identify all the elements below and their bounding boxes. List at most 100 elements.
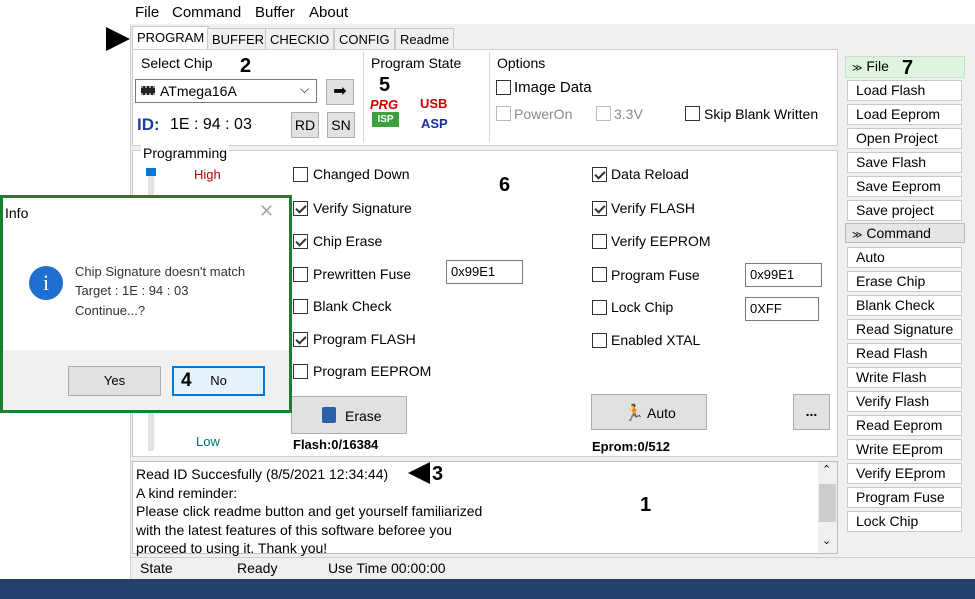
annotation-1: 1 (640, 494, 652, 516)
pointer-arrow-icon (106, 27, 130, 51)
chip-id-value: 1E : 94 : 03 (170, 116, 252, 133)
chip-erase-checkbox[interactable] (293, 234, 308, 249)
sidebar-blank-check[interactable]: Blank Check (847, 295, 962, 316)
sidebar-file-header-label: File (866, 58, 889, 74)
image-data-label: Image Data (514, 79, 592, 96)
menu-file[interactable]: File (135, 4, 159, 21)
tab-program[interactable]: PROGRAM (132, 26, 210, 50)
log-line: Read ID Succesfully (8/5/2021 12:34:44) (136, 466, 389, 482)
data-reload-checkbox[interactable] (592, 167, 607, 182)
scroll-down-icon[interactable]: ⌄ (822, 534, 831, 547)
sidebar-program-fuse[interactable]: Program Fuse (847, 487, 962, 508)
poweron-checkbox[interactable] (496, 106, 511, 121)
lock-chip-checkbox[interactable] (592, 300, 607, 315)
scroll-up-icon[interactable]: ⌃ (822, 463, 831, 476)
flash-status: Flash:0/16384 (293, 437, 379, 452)
sidebar-save-project[interactable]: Save project (847, 200, 962, 221)
program-eeprom-checkbox[interactable] (293, 364, 308, 379)
scroll-thumb[interactable] (819, 484, 836, 522)
annotation-7: 7 (902, 57, 914, 79)
menu-command[interactable]: Command (172, 4, 241, 21)
auto-button[interactable]: 🏃 Auto (591, 394, 707, 430)
yes-button[interactable]: Yes (68, 366, 161, 396)
sidebar-read-flash[interactable]: Read Flash (847, 343, 962, 364)
annotation-4: 4 (181, 370, 192, 391)
sn-button[interactable]: SN (327, 112, 355, 138)
3v3-checkbox[interactable] (596, 106, 611, 121)
annotation-6: 6 (499, 174, 511, 196)
verify-flash-checkbox[interactable] (592, 201, 607, 216)
annotation-5: 5 (379, 74, 391, 96)
high-label: High (194, 167, 221, 182)
sidebar-auto[interactable]: Auto (847, 247, 962, 268)
close-icon[interactable]: ✕ (259, 201, 274, 222)
chevron-up-icon: ≫ (852, 63, 863, 74)
log-line: A kind reminder: (136, 484, 238, 501)
programming-title: Programming (141, 145, 230, 161)
low-label: Low (196, 434, 220, 449)
sidebar-load-eeprom[interactable]: Load Eeprom (847, 104, 962, 125)
sidebar-save-flash[interactable]: Save Flash (847, 152, 962, 173)
dialog-message-2: Target : 1E : 94 : 03 (75, 283, 189, 298)
program-flash-checkbox[interactable] (293, 332, 308, 347)
status-state: State (140, 560, 173, 576)
chevron-up-icon: ≫ (852, 230, 863, 241)
info-dialog: Info ✕ i Chip Signature doesn't match Ta… (0, 195, 292, 413)
sidebar-write-eeprom[interactable]: Write EEprom (847, 439, 962, 460)
tab-buffer[interactable]: BUFFER (207, 28, 269, 50)
data-reload-label: Data Reload (611, 166, 689, 182)
sidebar-load-flash[interactable]: Load Flash (847, 80, 962, 101)
erase-button[interactable]: Erase (291, 396, 407, 434)
program-fuse-checkbox[interactable] (592, 267, 607, 282)
tab-readme[interactable]: Readme (395, 28, 455, 50)
program-eeprom-label: Program EEPROM (313, 363, 432, 379)
isp-icon: ISP (372, 112, 399, 127)
sidebar-open-project[interactable]: Open Project (847, 128, 962, 149)
status-bar: State Ready Use Time 00:00:00 (131, 557, 975, 579)
menu-buffer[interactable]: Buffer (255, 4, 295, 21)
sidebar-write-flash[interactable]: Write Flash (847, 367, 962, 388)
no-button-label: No (210, 373, 227, 388)
program-state-title: Program State (371, 55, 462, 71)
verify-signature-checkbox[interactable] (293, 201, 308, 216)
skip-blank-checkbox[interactable] (685, 106, 700, 121)
tab-config[interactable]: CONFIG (334, 28, 395, 50)
sidebar-command-header[interactable]: ≫ Command (845, 223, 965, 243)
changed-down-checkbox[interactable] (293, 167, 308, 182)
slider-thumb[interactable] (146, 168, 156, 176)
menu-about[interactable]: About (309, 4, 348, 21)
program-fuse-label: Program Fuse (611, 267, 700, 283)
log-line: with the latest features of this softwar… (136, 521, 452, 538)
chip-select[interactable]: ATmega16A ⌵ (135, 79, 317, 103)
program-flash-label: Program FLASH (313, 331, 416, 347)
prewritten-fuse-input[interactable]: 0x99E1 (446, 260, 523, 284)
enabled-xtal-checkbox[interactable] (592, 333, 607, 348)
sidebar-verify-eeprom[interactable]: Verify EEprom (847, 463, 962, 484)
sidebar-save-eeprom[interactable]: Save Eeprom (847, 176, 962, 197)
sidebar-read-eeprom[interactable]: Read Eeprom (847, 415, 962, 436)
program-fuse-input[interactable]: 0x99E1 (745, 263, 822, 287)
sidebar-verify-flash[interactable]: Verify Flash (847, 391, 962, 412)
id-label: ID: (137, 115, 160, 134)
rd-button[interactable]: RD (291, 112, 319, 138)
dialog-message-1: Chip Signature doesn't match (75, 264, 246, 279)
sidebar-read-signature[interactable]: Read Signature (847, 319, 962, 340)
sidebar-lock-chip[interactable]: Lock Chip (847, 511, 962, 532)
prg-label: PRG (370, 97, 399, 112)
chip-erase-label: Chip Erase (313, 233, 383, 249)
blank-check-checkbox[interactable] (293, 299, 308, 314)
usb-label: USB (420, 96, 448, 111)
no-button[interactable]: 4 No (172, 366, 265, 396)
arrow-right-button[interactable]: ➡ (326, 79, 354, 105)
tab-checkio[interactable]: CHECKIO (265, 28, 335, 50)
asp-label: ASP (421, 116, 448, 131)
sidebar-erase-chip[interactable]: Erase Chip (847, 271, 962, 292)
log-scrollbar[interactable]: ⌃ ⌄ (818, 462, 837, 553)
more-button[interactable]: ... (793, 394, 830, 430)
prewritten-fuse-checkbox[interactable] (293, 267, 308, 282)
eprom-status: Eprom:0/512 (592, 439, 671, 454)
lock-chip-input[interactable]: 0XFF (745, 297, 819, 321)
image-data-checkbox[interactable] (496, 80, 511, 95)
chevron-down-icon: ⌵ (300, 82, 310, 96)
verify-eeprom-checkbox[interactable] (592, 234, 607, 249)
